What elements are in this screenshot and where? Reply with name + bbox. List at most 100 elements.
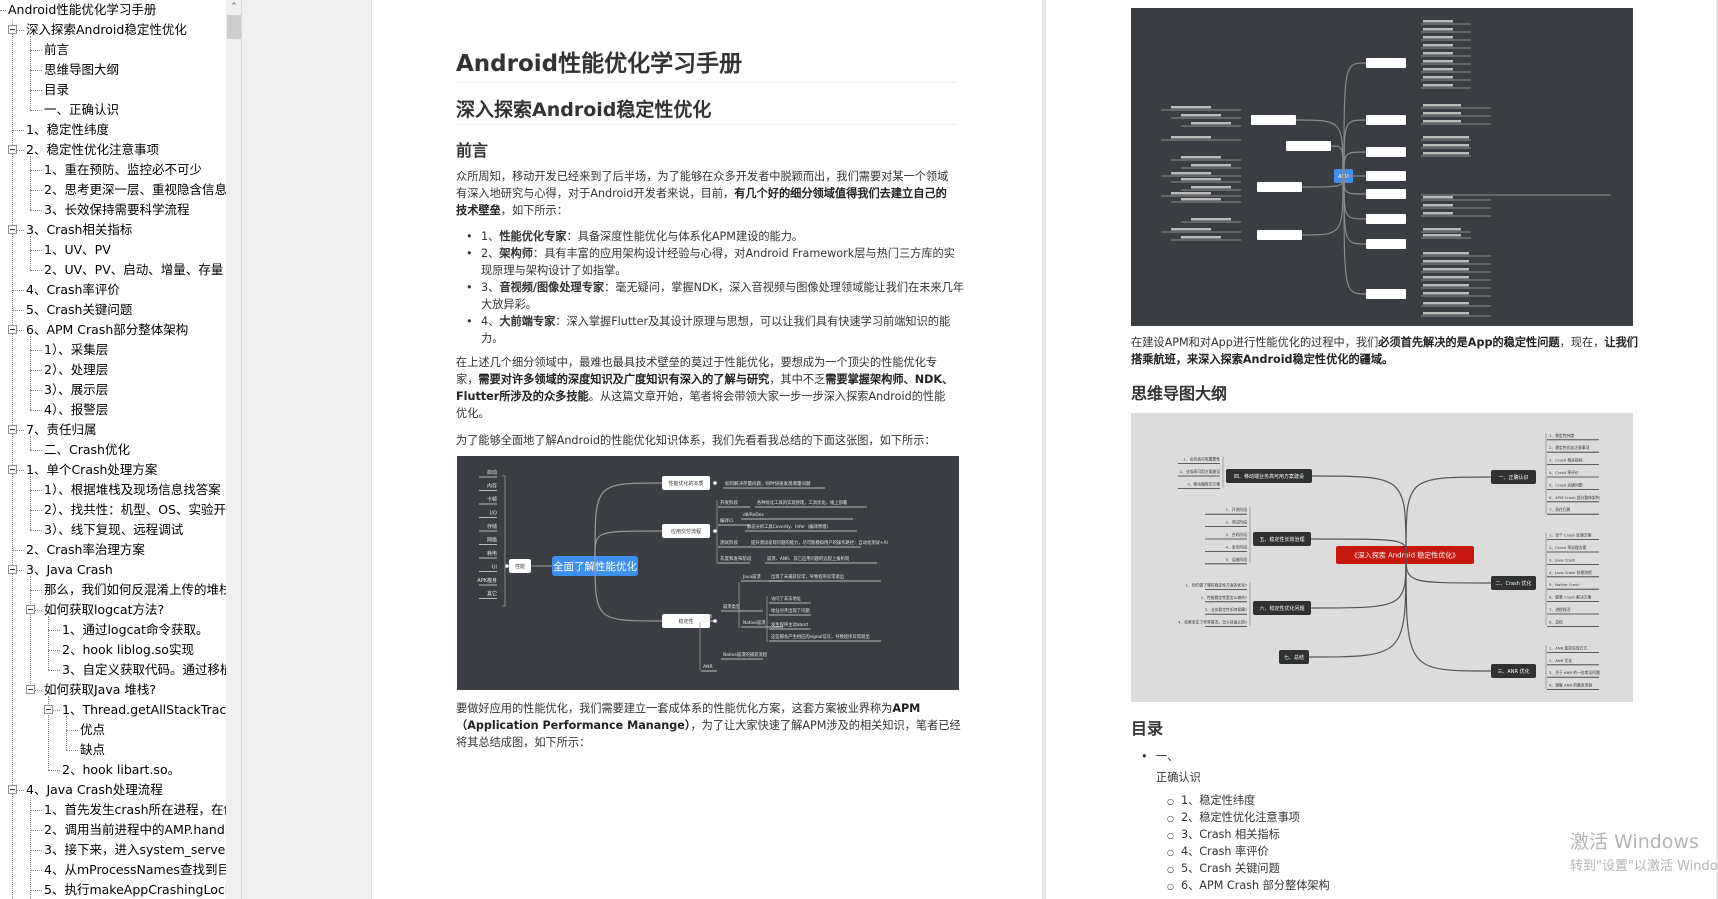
toc-subitem[interactable]: 3、Crash 相关指标 [1156, 826, 1556, 844]
outline-item[interactable]: 一、正确认识 [42, 100, 119, 120]
mindmap-dot [713, 529, 717, 533]
outline-item[interactable]: 1）、根据堆栈及现场信息找答案 [42, 480, 221, 500]
outline-item[interactable]: 3、Java Crash [24, 560, 113, 580]
outline-item[interactable]: 1、首先发生crash所在进程，在创 [42, 800, 226, 820]
collapse-toggle-icon[interactable] [8, 25, 17, 34]
outline-item[interactable]: 思维导图大纲 [42, 60, 119, 80]
mindmap-leaf-text [1423, 28, 1453, 31]
outline-item[interactable]: 6、APM Crash部分整体架构 [24, 320, 188, 340]
mindmap-leaf-label: 6、APM Crash 部分整体架构 [1549, 495, 1600, 500]
outline-tree[interactable]: Android性能优化学习手册 深入探索Android稳定性优化前言思维导图大纲目… [0, 0, 226, 899]
outline-item[interactable]: 1）、采集层 [42, 340, 108, 360]
mindmap-leaf-text [1423, 284, 1469, 287]
mindmap-leaf-label: 4、Crash 率评价 [1549, 470, 1579, 475]
outline-item-label: 2）、处理层 [44, 362, 109, 377]
collapse-toggle-icon[interactable] [8, 785, 17, 794]
outline-item[interactable]: 深入探索Android稳定性优化 [24, 20, 187, 40]
toc-subitem[interactable]: 1、稳定性纬度 [1156, 792, 1556, 810]
outline-item-label: 前言 [44, 42, 70, 57]
mindmap-leaf-text [1423, 260, 1469, 263]
outline-item[interactable]: 2、Crash率治理方案 [24, 540, 145, 560]
collapse-toggle-icon[interactable] [8, 225, 17, 234]
outline-item[interactable]: 2、思考更深一层、重视隐含信息： [42, 180, 226, 200]
mindmap-node-label: 应用交付流程 [671, 528, 701, 535]
collapse-toggle-icon[interactable] [8, 565, 17, 574]
outline-item-label: 3、Crash相关指标 [26, 222, 133, 237]
mindmap-leaf-label: 发生程序主动abort [771, 621, 809, 628]
mindmap-connector [1405, 476, 1492, 556]
mindmap-leaf-text [1171, 228, 1211, 231]
outline-item[interactable]: 1、单个Crash处理方案 [24, 460, 157, 480]
mindmap-leaf-label: 编译CI [720, 517, 733, 524]
outline-item[interactable]: 5、Crash关键问题 [24, 300, 132, 320]
outline-item[interactable]: 4、Java Crash处理流程 [24, 780, 163, 800]
outline-item[interactable]: 缺点 [78, 740, 105, 760]
outline-item[interactable]: 4）、报警层 [42, 400, 108, 420]
collapse-toggle-icon[interactable] [26, 605, 35, 614]
collapse-toggle-icon[interactable] [8, 465, 17, 474]
toc-item-1[interactable]: 一、 [1131, 748, 1631, 765]
mindmap-leaf-text [1423, 68, 1453, 71]
collapse-toggle-icon[interactable] [44, 705, 53, 714]
mindmap-leaf-label: 开发阶段 [720, 499, 738, 506]
toc-subitem[interactable]: 6、APM Crash 部分整体架构 [1156, 877, 1556, 895]
collapse-toggle-icon[interactable] [26, 685, 35, 694]
outline-scrollbar[interactable]: ⌃ [226, 0, 242, 899]
document-subtitle: 深入探索Android稳定性优化 [456, 99, 712, 121]
tree-connector [12, 130, 24, 131]
outline-item[interactable]: 2、调用当前进程中的AMP.handle [42, 820, 226, 840]
mindmap-leaf-label: 3、Crash 相关指标 [1549, 458, 1583, 463]
outline-item[interactable]: 那么，我们如何反混淆上传的堆栈 [42, 580, 226, 600]
outline-item-label: 1、单个Crash处理方案 [26, 462, 158, 477]
mindmap-leaf-text [1423, 234, 1461, 237]
outline-item[interactable]: 优点 [78, 720, 105, 740]
tree-connector [30, 350, 42, 351]
outline-item[interactable]: 1、UV、PV [42, 240, 111, 260]
scroll-up-arrow-icon[interactable]: ⌃ [226, 0, 242, 15]
outline-item[interactable]: 3、Crash相关指标 [24, 220, 132, 240]
tree-connector [30, 590, 42, 591]
outline-item[interactable]: 2）、找共性：机型、OS、实验开关 [42, 500, 226, 520]
outline-item[interactable]: 2）、处理层 [42, 360, 108, 380]
outline-item[interactable]: 1、通过logcat命令获取。 [60, 620, 208, 640]
mindmap-node-label: 三、ANR 优化 [1497, 668, 1529, 675]
collapse-toggle-icon[interactable] [8, 425, 17, 434]
outline-item[interactable]: 2、hook libart.so。 [60, 760, 180, 780]
outline-root[interactable]: Android性能优化学习手册 [6, 0, 156, 20]
tree-connector [66, 730, 78, 731]
outline-item[interactable]: 7、责任归属 [24, 420, 96, 440]
collapse-toggle-icon[interactable] [8, 145, 17, 154]
toc-subitem[interactable]: 2、稳定性优化注意事项 [1156, 809, 1556, 827]
outline-item[interactable]: 3、接下来，进入system_server进 [42, 840, 226, 860]
toc-item-1-continuation[interactable]: 正确认识 [1156, 769, 1201, 786]
windows-activation-watermark-title: 激活 Windows [1570, 831, 1699, 853]
outline-viewer-app: Android性能优化学习手册 深入探索Android稳定性优化 前言 思维导图大纲目… [0, 0, 1718, 899]
toc-subitem[interactable]: 5、Crash 关键问题 [1156, 860, 1556, 878]
outline-item[interactable]: 1、重在预防、监控必不可少 [42, 160, 202, 180]
outline-item[interactable]: 3）、线下复现、远程调试 [42, 520, 183, 540]
tree-connector [30, 210, 42, 211]
outline-item[interactable]: 4、从mProcessNames查找到目标 [42, 860, 226, 880]
outline-item[interactable]: 3、长效保持需要科学流程 [42, 200, 189, 220]
mindmap-leaf-label: 网络 [487, 537, 497, 544]
outline-item[interactable]: 2、稳定性优化注意事项 [24, 140, 159, 160]
outline-item[interactable]: 1、Thread.getAllStackTraces [60, 700, 226, 720]
outline-item[interactable]: 5、执行makeAppCrashingLocke [42, 880, 226, 899]
toc-subitem[interactable]: 4、Crash 率评价 [1156, 843, 1556, 861]
outline-item[interactable]: 2、UV、PV、启动、增量、存量 C [42, 260, 226, 280]
outline-item[interactable]: 2、hook liblog.so实现 [60, 640, 194, 660]
outline-item[interactable]: 二、Crash优化 [42, 440, 130, 460]
outline-item[interactable]: 1、稳定性纬度 [24, 120, 109, 140]
outline-item[interactable]: 3）、展示层 [42, 380, 108, 400]
outline-item[interactable]: 如何获取logcat方法? [42, 600, 164, 620]
outline-item[interactable]: 目录 [42, 80, 69, 100]
collapse-toggle-icon[interactable] [8, 325, 17, 334]
outline-item[interactable]: 如何获取Java 堆栈? [42, 680, 156, 700]
mindmap-leaf-label: 存储 [487, 523, 497, 530]
outline-item[interactable]: 4、Crash率评价 [24, 280, 120, 300]
scrollbar-thumb[interactable] [227, 15, 241, 39]
mindmap-node-label: 性能优化的本质 [668, 480, 703, 487]
outline-item[interactable]: 前言 [42, 40, 69, 60]
outline-item-label: 目录 [44, 82, 70, 97]
outline-item[interactable]: 3、自定义获取代码。通过移植 [60, 660, 226, 680]
